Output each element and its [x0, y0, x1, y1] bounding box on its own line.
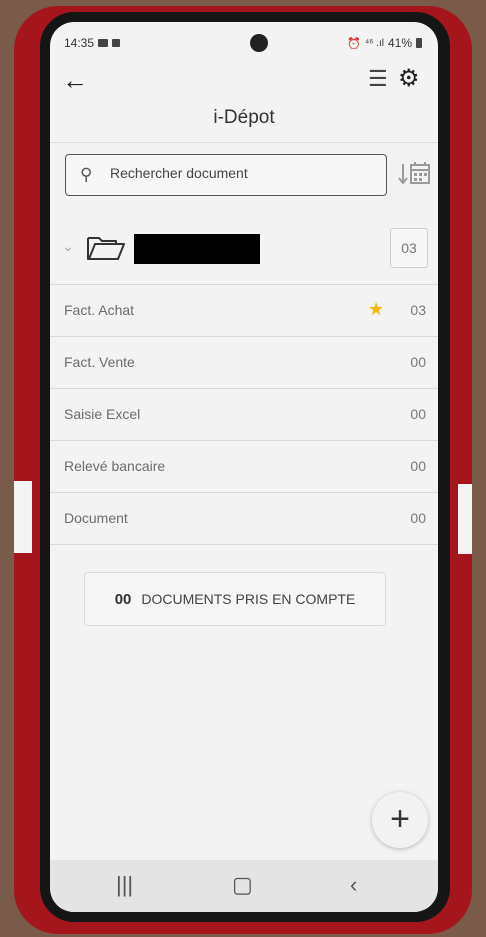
battery-icon — [416, 38, 422, 48]
battery-level: 41% — [387, 36, 412, 50]
status-bar: 14:35 ⏰ ⁴⁶ .ıl 41% — [62, 32, 426, 58]
back-nav-icon[interactable]: ‹ — [350, 872, 357, 898]
alarm-icon: ⏰ — [347, 37, 361, 50]
case-strip-right — [458, 484, 472, 554]
front-camera — [250, 34, 268, 52]
list-icon[interactable]: ☰ — [368, 66, 388, 92]
gear-icon[interactable]: ⚙ — [398, 64, 420, 93]
list-item-label: Saisie Excel — [64, 406, 141, 422]
system-nav-bar: ||| ▢ ‹ — [50, 860, 438, 912]
status-left: 14:35 — [64, 36, 121, 50]
search-input[interactable] — [110, 165, 370, 181]
documents-label: DOCUMENTS PRIS EN COMPTE — [141, 591, 356, 607]
list-item-label: Relevé bancaire — [64, 458, 166, 474]
back-arrow-icon[interactable]: ← — [62, 66, 88, 94]
search-icon: ⚲ — [80, 165, 93, 184]
signal-indicator: ⁴⁶ .ıl — [364, 37, 384, 49]
list-item[interactable]: Fact. Achat ★ 03 — [50, 284, 438, 337]
case-strip-left — [14, 481, 32, 553]
list-item-count: 03 — [410, 302, 426, 318]
folder-count-badge: 03 — [390, 228, 428, 268]
status-time: 14:35 — [64, 36, 95, 50]
list-item-label: Document — [64, 510, 128, 526]
notification-icon — [98, 39, 109, 47]
sort-by-date-icon[interactable] — [396, 158, 432, 192]
notification-icon — [112, 39, 121, 47]
phone-screen: 14:35 ⏰ ⁴⁶ .ıl 41% ← ☰ ⚙ i-Dépot ⚲ Reche… — [50, 22, 438, 912]
list-item[interactable]: Relevé bancaire 00 — [50, 440, 438, 493]
list-item-count: 00 — [410, 406, 426, 422]
redacted-folder-name — [134, 234, 260, 264]
page-title: i-Dépot — [213, 107, 275, 128]
list-item-count: 00 — [410, 354, 426, 370]
documents-summary: 00 DOCUMENTS PRIS EN COMPTE — [84, 572, 386, 626]
recent-apps-icon[interactable]: ||| — [116, 872, 133, 898]
status-right: ⏰ ⁴⁶ .ıl 41% — [347, 36, 422, 50]
header-divider — [50, 142, 438, 143]
folder-header[interactable]: ⌄ 03 — [50, 220, 438, 282]
list-item[interactable]: Saisie Excel 00 — [50, 388, 438, 441]
chevron-down-icon[interactable]: ⌄ — [62, 238, 74, 255]
star-icon: ★ — [368, 299, 385, 319]
home-icon[interactable]: ▢ — [232, 872, 253, 898]
search-box[interactable]: ⚲ — [65, 154, 387, 196]
sort-calendar-svg — [398, 162, 430, 185]
add-button[interactable]: + — [372, 792, 428, 848]
list-item-count: 00 — [410, 458, 426, 474]
list-item[interactable]: Fact. Vente 00 — [50, 336, 438, 389]
documents-count: 00 — [114, 590, 132, 608]
list-item-label: Fact. Achat — [64, 302, 135, 318]
list-divider — [50, 544, 438, 545]
open-folder-icon — [87, 237, 125, 260]
plus-icon: + — [390, 800, 410, 838]
list-item-label: Fact. Vente — [64, 354, 135, 370]
list-item-count: 00 — [410, 510, 426, 526]
list-item[interactable]: Document 00 — [50, 492, 438, 545]
